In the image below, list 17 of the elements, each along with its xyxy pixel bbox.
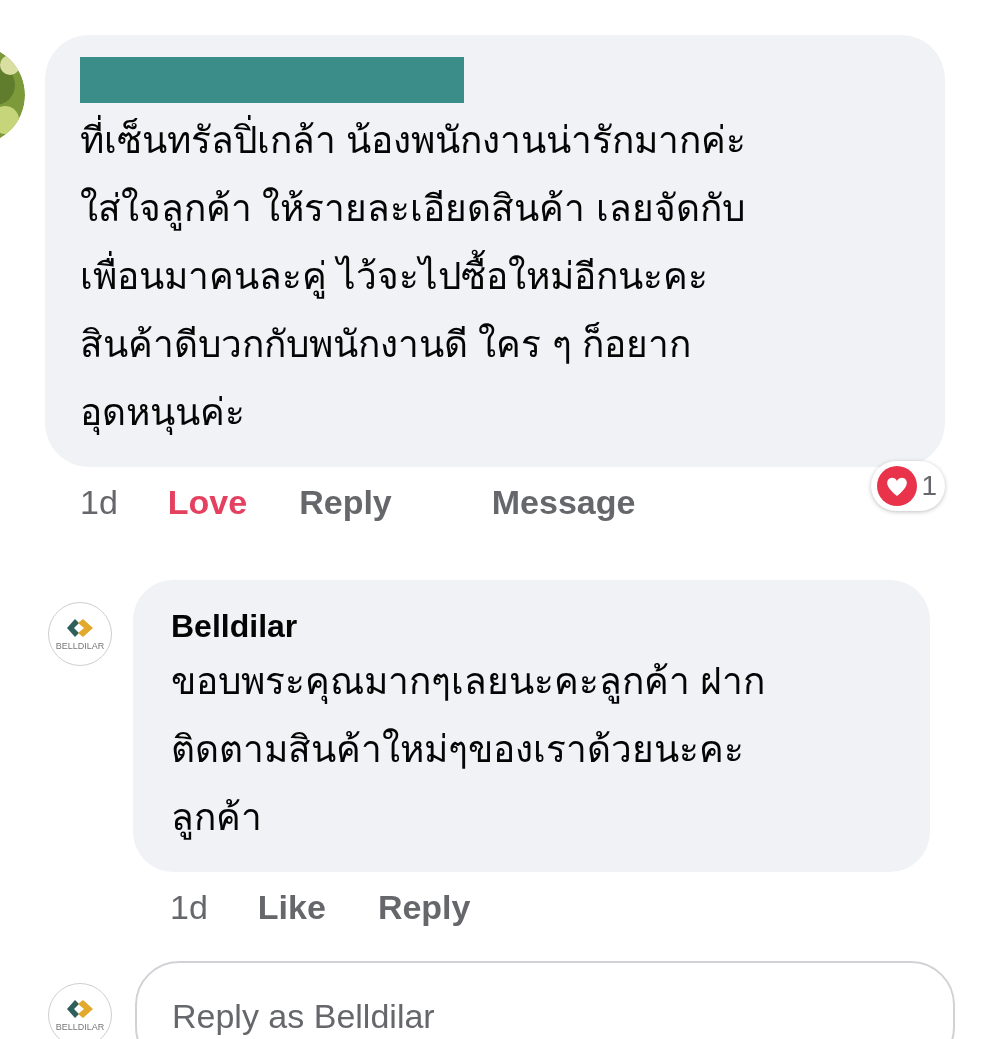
- comment-action[interactable]: Reply: [299, 477, 392, 528]
- comment-time: 1d: [170, 887, 208, 928]
- logo-text: BELLDILAR: [55, 1023, 105, 1032]
- comment-action[interactable]: Message: [491, 477, 636, 528]
- comment-action[interactable]: Reply: [377, 882, 471, 933]
- comment-author: Belldilar: [171, 607, 299, 646]
- comment-action[interactable]: Love: [167, 477, 248, 528]
- reaction-badge[interactable]: 1: [871, 461, 945, 511]
- logo-text: BELLDILAR: [55, 642, 105, 651]
- comment-text: ขอบพระคุณมากๆเลยนะคะลูกค้า ฝาก ติดตามสินค้าใหม่ๆของเราด้วยนะคะ ลูกค้า: [171, 660, 767, 842]
- comment-time: 1d: [80, 482, 118, 523]
- comment-action[interactable]: Like: [257, 882, 326, 933]
- reply-input-field[interactable]: Reply as Belldilar: [135, 961, 955, 1039]
- comment-text: ที่เซ็นทรัลปิ่เกล้า น้องพนักงานน่ารักมากค่ะ ใส่ใจลูกค้า ให้รายละเอียดสินค้า เลยจัดกับ เพื่อนมาคนละคู่ ไว้จะไปซื้อใหม่อีกนะคะ สินค้าดีบวกกับพนักงานดี ใคร ๆ ก็อยาก อุดหนุนค่ะ: [80, 107, 910, 447]
- reaction-count: 1: [921, 469, 938, 503]
- logo-mark-icon: [65, 998, 95, 1020]
- logo-mark-icon: [65, 617, 95, 639]
